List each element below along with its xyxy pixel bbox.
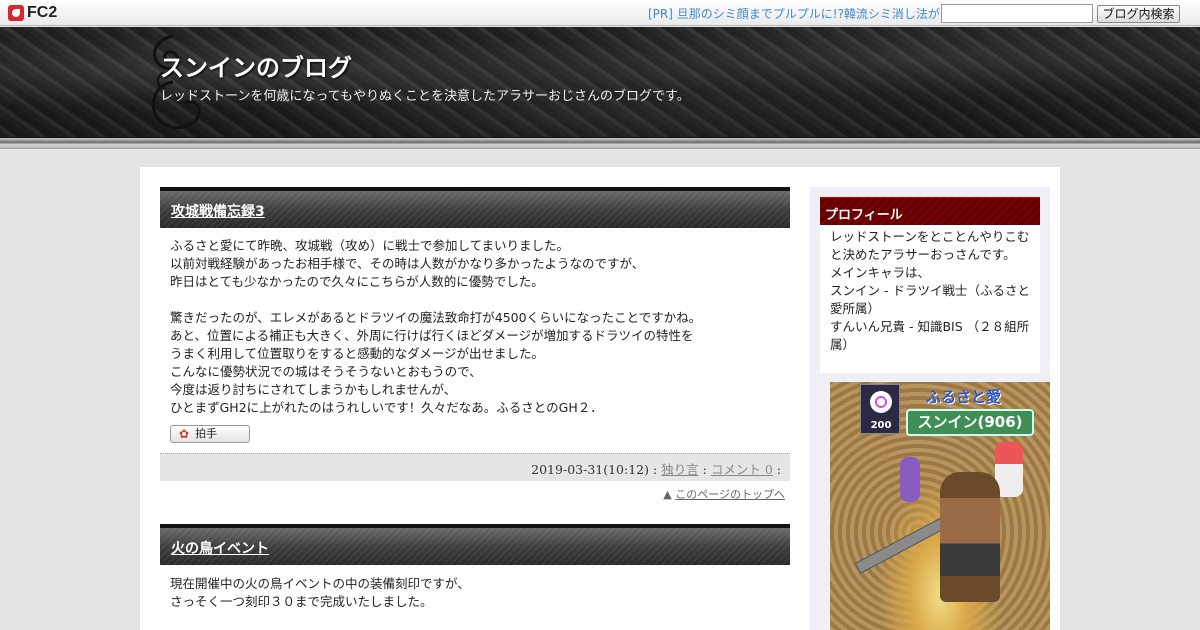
entry-text-line: 現在開催中の火の鳥イベントの中の装備刻印ですが、 (170, 576, 470, 591)
blog-entry: 火の鳥イベント 現在開催中の火の鳥イベントの中の装備刻印ですが、 さっそく一つ刻… (160, 524, 790, 611)
fc2-logo-icon (8, 5, 24, 21)
entry-header: 攻城戦備忘録3 (160, 187, 790, 228)
profile-body: レッドストーンをとことんやりこむと決めたアラサーおっさんです。 メインキャラは、… (820, 225, 1040, 373)
entry-text-line: 驚きだったのが、エレメがあるとドラツイの魔法致命打が4500くらいになったことで… (170, 310, 702, 325)
fc2-logo[interactable]: FC2 (8, 4, 57, 22)
clap-label: 拍手 (195, 427, 218, 440)
entry-body: 現在開催中の火の鳥イベントの中の装備刻印ですが、 さっそく一つ刻印３０まで完成い… (160, 565, 790, 611)
entry-text-line: ひとまずGH2に上がれたのはうれしいです！久々だなあ。ふるさとのGH２． (170, 400, 603, 415)
blog-description: レッドストーンを何歳になってもやりぬくことを決意したアラサーおじさんのブログです… (160, 89, 690, 104)
clap-button[interactable]: ✿ 拍手 (170, 425, 250, 443)
header-divider (0, 137, 1200, 149)
entry-text-line: 昨日はとても少なかったので久々にこちらが人数的に優勢でした。 (170, 274, 544, 289)
profile-line: スンイン - ドラツイ戦士（ふるさと愛所属） (830, 283, 1030, 316)
entry-text-line: 今度は返り討ちにされてしまうかもしれませんが、 (170, 382, 457, 397)
content-wrapper: 攻城戦備忘録3 ふるさと愛にて昨晩、攻城戦（攻め）に戦士で参加してまいりました。… (140, 167, 1060, 630)
blog-search-button[interactable]: ブログ内検索 (1097, 5, 1180, 23)
avatar-guild-name: ふるさと愛 (926, 388, 1002, 406)
entry-text-line: ふるさと愛にて昨晩、攻城戦（攻め）に戦士で参加してまいりました。 (170, 238, 570, 253)
entry-footer: 2019-03-31(10:12) : 独り言 : コメント 0 : (160, 453, 790, 481)
blog-entry: 攻城戦備忘録3 ふるさと愛にて昨晩、攻城戦（攻め）に戦士で参加してまいりました。… (160, 187, 790, 502)
main-column: 攻城戦備忘録3 ふるさと愛にて昨晩、攻城戦（攻め）に戦士で参加してまいりました。… (160, 187, 790, 611)
profile-line: メインキャラは、 (830, 265, 931, 280)
profile-avatar-image: 200 ふるさと愛 スンイン(906) (830, 382, 1050, 630)
profile-line: レッドストーンをとことんやりこむと決めたアラサーおっさんです。 (830, 229, 1030, 262)
profile-heading: プロフィール (820, 197, 1040, 225)
entry-text-line: 以前対戦経験があったお相手様で、その時は人数がかなり多かったようなのですが、 (170, 256, 645, 271)
entry-title-link[interactable]: 火の鳥イベント (171, 538, 269, 558)
fairy-sprite-icon (900, 457, 920, 502)
entry-comments-link[interactable]: コメント 0 (711, 462, 773, 477)
entry-text-line: うまく利用して位置取りをすると感動的なダメージが出せました。 (170, 346, 545, 361)
pr-ad-link[interactable]: [PR] 旦那のシミ顔までプルプルに!?韓流シミ消し法が (648, 5, 940, 22)
entry-body: ふるさと愛にて昨晩、攻城戦（攻め）に戦士で参加してまいりました。 以前対戦経験が… (160, 228, 790, 443)
page-top-link[interactable]: このページのトップへ (675, 488, 785, 501)
entry-text-line: さっそく一つ刻印３０まで完成いたしました。 (170, 594, 433, 609)
blog-title[interactable]: スンインのブログ (160, 48, 352, 83)
entry-title-link[interactable]: 攻城戦備忘録3 (171, 201, 265, 221)
fc2-logo-text: FC2 (27, 4, 58, 21)
guild-emblem-icon: 200 (860, 384, 900, 434)
profile-heading-text: プロフィール (825, 208, 903, 223)
arrow-up-icon: ▲ (663, 488, 672, 501)
profile-line: すんいん兄貴 - 知識BIS （２８組所属） (830, 319, 1030, 352)
page-top: ▲ このページのトップへ (160, 481, 790, 502)
warrior-sprite-icon (940, 472, 1000, 602)
entry-text-line: こんなに優勢状況での城はそうそうないとおもうので、 (170, 364, 482, 379)
emblem-number: 200 (870, 420, 892, 431)
entry-category-link[interactable]: 独り言 (661, 462, 699, 477)
entry-text-line: あと、位置による補正も大きく、外周に行けば行くほどダメージが増加するドラツイの特… (170, 328, 694, 343)
clap-icon: ✿ (179, 427, 190, 441)
blog-search-input[interactable] (941, 4, 1093, 23)
fc2-toolbar: FC2 [PR] 旦那のシミ顔までプルプルに!?韓流シミ消し法が ブログ内検索 (0, 0, 1200, 26)
avatar-character-name: スンイン(906) (906, 409, 1034, 436)
entry-header: 火の鳥イベント (160, 524, 790, 565)
sidebar: プロフィール レッドストーンをとことんやりこむと決めたアラサーおっさんです。 メ… (810, 187, 1050, 630)
entry-text-line (170, 291, 780, 309)
entry-datetime: 2019-03-31(10:12) (531, 462, 650, 477)
